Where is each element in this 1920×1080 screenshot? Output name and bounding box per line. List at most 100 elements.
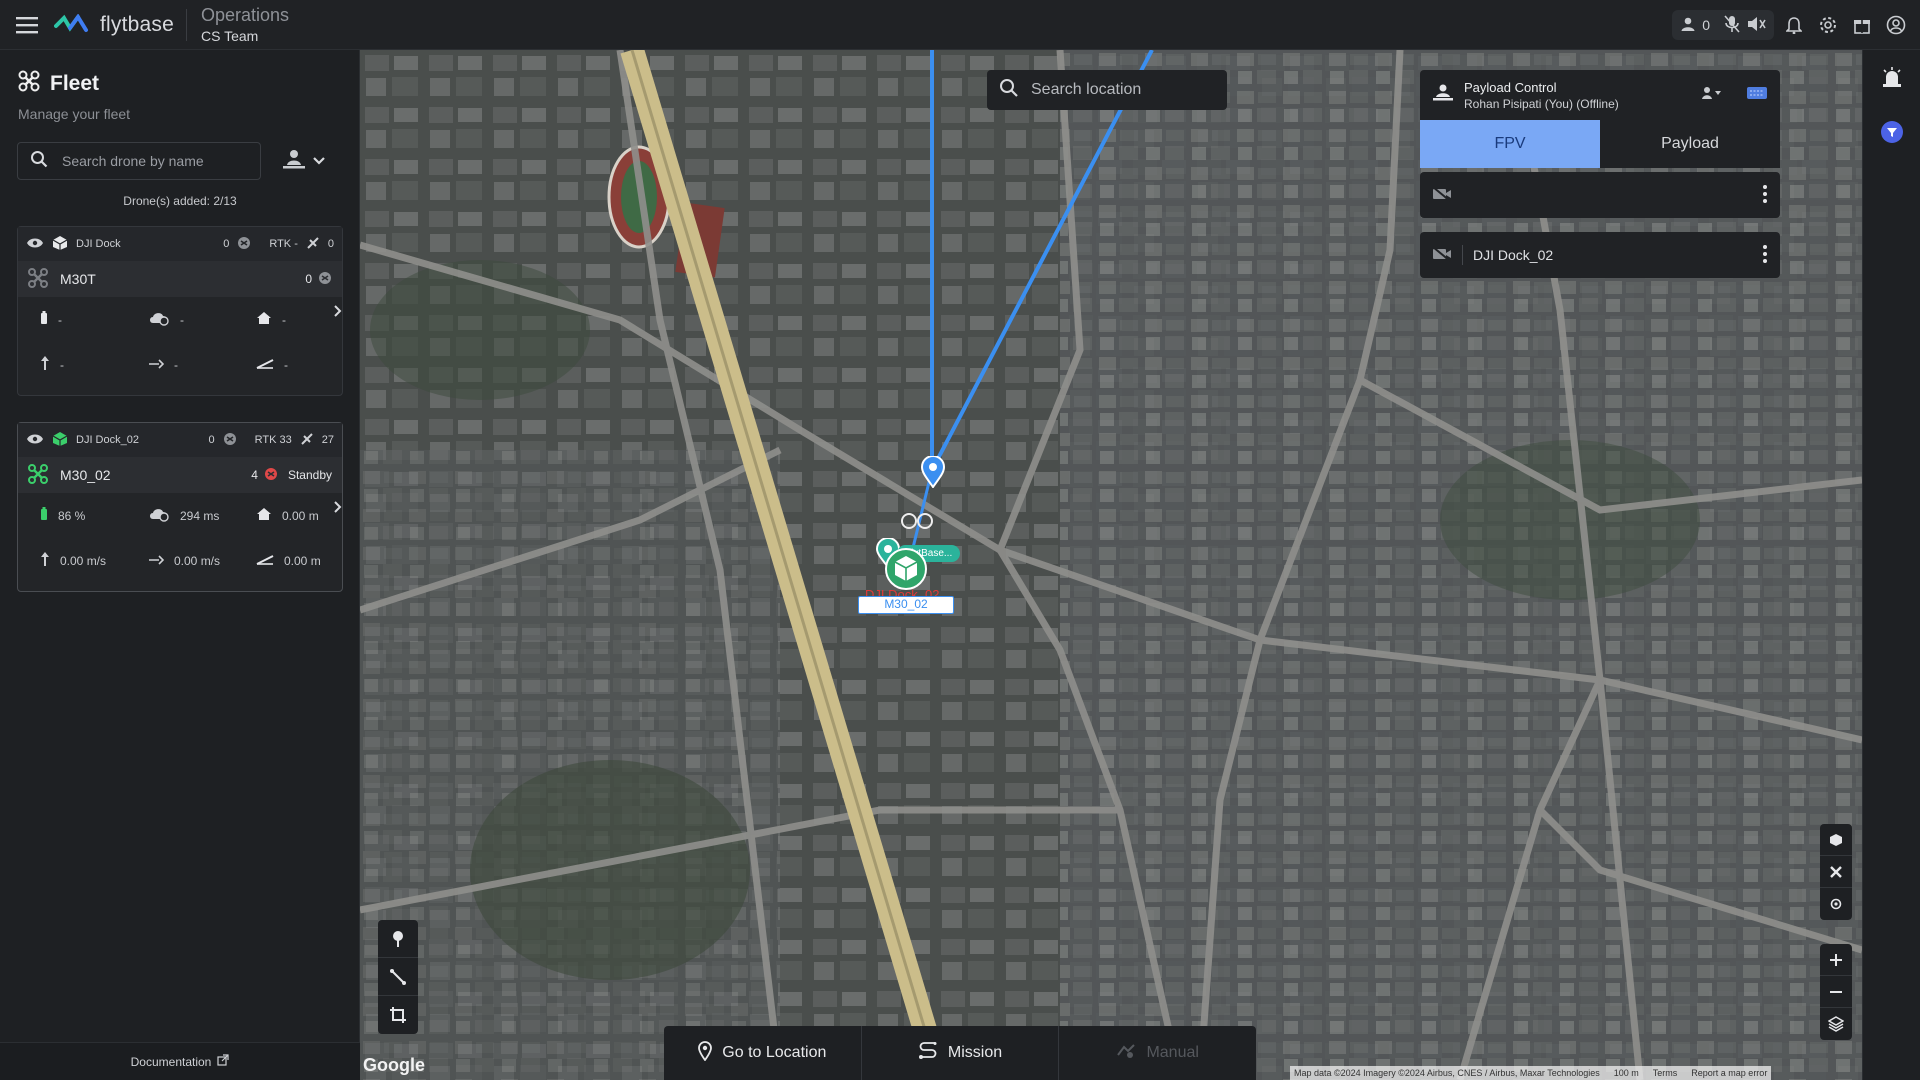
cloud-latency-icon: [148, 310, 170, 329]
logo-icon: [54, 13, 88, 32]
drone-card[interactable]: DJI Dock 0 RTK - 0 M30T 0 - - - - - -: [17, 226, 343, 396]
dock-focus-icon[interactable]: [1820, 824, 1852, 856]
gift-icon[interactable]: [1848, 10, 1876, 40]
fleet-subtitle: Manage your fleet: [18, 106, 131, 122]
mission-button[interactable]: Mission: [862, 1026, 1060, 1080]
pilot-switch-icon[interactable]: [1700, 85, 1722, 106]
locate-icon[interactable]: [1820, 888, 1852, 920]
more-options-icon[interactable]: [1762, 184, 1768, 207]
zoom-in-icon[interactable]: [1820, 944, 1852, 976]
battery-stat: -: [40, 297, 148, 342]
manual-button[interactable]: Manual: [1059, 1026, 1256, 1080]
flight-actions-bar: Go to Location Mission Manual: [664, 1026, 1256, 1080]
line-tool-icon[interactable]: [378, 958, 418, 996]
drone-search-input[interactable]: [62, 153, 252, 169]
fleet-title: Fleet: [50, 71, 100, 95]
more-options-icon[interactable]: [1762, 244, 1768, 267]
chevron-down-icon: [312, 153, 326, 171]
siren-icon[interactable]: [1881, 66, 1903, 93]
documentation-link[interactable]: Documentation: [0, 1042, 360, 1080]
drone-row: M30_02 4 Standby: [18, 457, 342, 493]
search-icon: [999, 78, 1019, 103]
latency-stat: -: [148, 297, 256, 342]
dock-alert-count: 0: [208, 434, 215, 446]
eye-icon[interactable]: [26, 433, 44, 448]
battery-icon: [40, 507, 48, 524]
workspace-info: Operations CS Team: [201, 5, 289, 44]
comm-controls: 0: [1672, 10, 1774, 40]
zoom-out-icon[interactable]: [1820, 976, 1852, 1008]
altitude-stat: 0.00 m: [256, 538, 356, 583]
chevron-right-icon[interactable]: [328, 291, 348, 331]
rtk-value: RTK 33: [254, 434, 292, 446]
drone-card[interactable]: DJI Dock_02 0 RTK 33 27 M30_02 4 Standby…: [17, 422, 343, 592]
dock-name: DJI Dock: [76, 238, 121, 250]
pilot-icon: [1432, 82, 1454, 109]
zoom-controls: [1820, 944, 1852, 1040]
marker-tool-icon[interactable]: [378, 920, 418, 958]
filter-badge-icon[interactable]: [1880, 120, 1904, 149]
payload-pilot: Rohan Pisipati (You) (Offline): [1464, 96, 1619, 111]
home-icon: [256, 311, 272, 328]
documentation-label: Documentation: [130, 1054, 212, 1069]
waypoint-pin-icon[interactable]: [920, 455, 946, 493]
menu-icon[interactable]: [0, 0, 54, 50]
layers-icon[interactable]: [1820, 1008, 1852, 1040]
dock-name: DJI Dock_02: [76, 434, 139, 446]
drone-stats: - - - - - -: [18, 297, 342, 387]
drone-map-label[interactable]: M30_02: [858, 596, 954, 614]
home-distance-value: -: [282, 312, 286, 327]
horizontal-speed-icon: [148, 358, 165, 372]
drone-marker-icon[interactable]: [900, 510, 934, 537]
users-icon[interactable]: [1680, 16, 1696, 35]
top-right-controls: 0: [1672, 0, 1920, 50]
status-badge: Standby: [287, 468, 332, 482]
horizontal-speed-icon: [148, 554, 165, 568]
notification-bell-icon[interactable]: [1780, 10, 1808, 40]
camera-off-icon: [1432, 245, 1452, 265]
home-distance-value: 0.00 m: [282, 508, 319, 523]
external-link-icon: [217, 1054, 229, 1069]
error-icon: [264, 467, 278, 484]
flytbase-logo[interactable]: flytbase: [54, 8, 187, 41]
speaker-off-icon[interactable]: [1746, 16, 1766, 35]
dock-alert-count: 0: [223, 238, 230, 250]
battery-icon: [40, 311, 48, 328]
altitude-icon: [256, 553, 274, 568]
horizontal-speed-value: 0.00 m/s: [174, 553, 221, 568]
tab-fpv[interactable]: FPV: [1420, 120, 1600, 168]
drone-row: M30T 0: [18, 261, 342, 297]
location-search-placeholder: Search location: [1031, 81, 1142, 98]
drone-search[interactable]: [17, 142, 261, 180]
altitude-icon: [256, 357, 274, 372]
terms-link[interactable]: Terms: [1653, 1068, 1678, 1078]
tab-payload[interactable]: Payload: [1600, 120, 1780, 168]
manual-label: Manual: [1146, 1044, 1199, 1061]
drone-name: M30T: [60, 271, 96, 287]
dock-online-icon: [52, 431, 68, 450]
fleet-sidebar: Fleet Manage your fleet Drone(s) added: …: [0, 50, 360, 1080]
pilot-filter-button[interactable]: [282, 148, 326, 175]
keyboard-icon[interactable]: [1746, 86, 1768, 105]
mission-label: Mission: [947, 1044, 1003, 1061]
horizontal-speed-value: -: [174, 357, 178, 372]
report-error-link[interactable]: Report a map error: [1691, 1068, 1767, 1078]
dock-camera-row: DJI Dock_02: [1420, 232, 1780, 278]
crop-tool-icon[interactable]: [378, 996, 418, 1034]
latency-value: -: [180, 312, 184, 327]
brand-name: flytbase: [100, 12, 174, 36]
eye-icon[interactable]: [26, 237, 44, 252]
chevron-right-icon[interactable]: [328, 487, 348, 527]
dock-icon: [52, 235, 68, 254]
settings-gear-icon[interactable]: [1814, 10, 1842, 40]
profile-icon[interactable]: [1882, 10, 1910, 40]
location-search[interactable]: Search location: [987, 70, 1227, 110]
drone-green-icon: [28, 463, 48, 487]
drone-focus-icon[interactable]: [1820, 856, 1852, 888]
latency-value: 294 ms: [180, 508, 220, 523]
mic-off-icon[interactable]: [1724, 14, 1740, 36]
go-to-location-button[interactable]: Go to Location: [664, 1026, 862, 1080]
battery-value: 86 %: [58, 508, 86, 523]
satellite-count: 27: [321, 434, 334, 446]
payload-tabs: FPV Payload: [1420, 120, 1780, 168]
